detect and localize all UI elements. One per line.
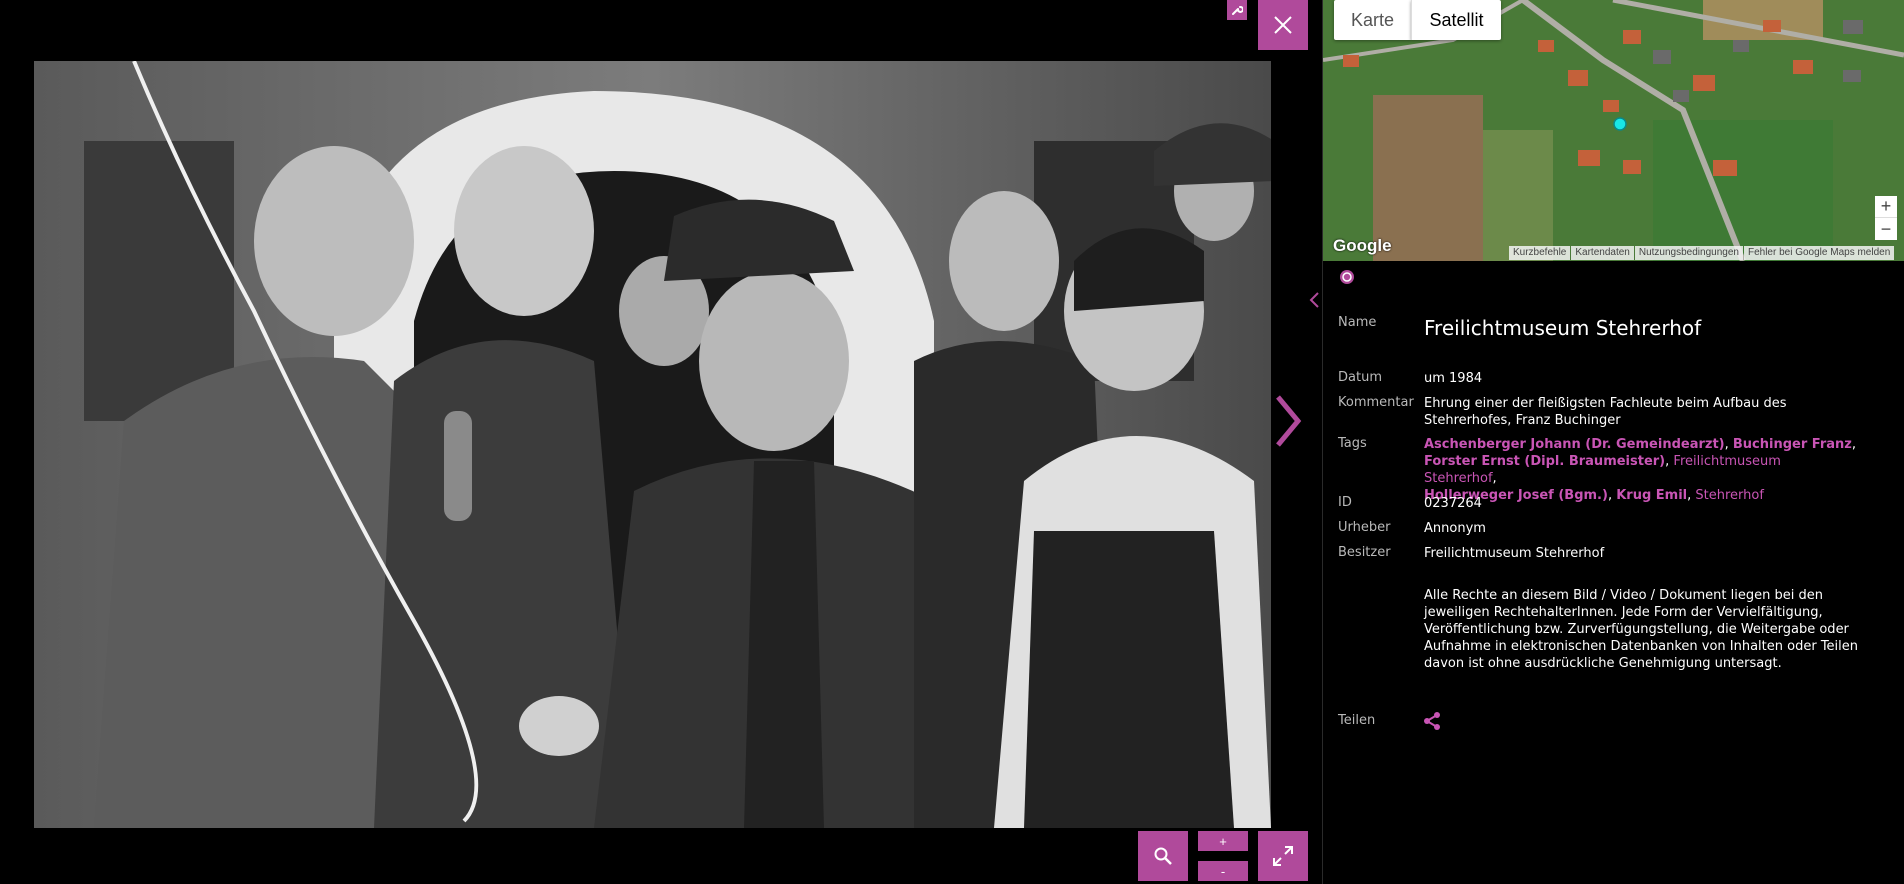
id-value: 0237264 xyxy=(1424,496,1482,511)
tag-list: Aschenberger Johann (Dr. Gemeindearzt), … xyxy=(1424,437,1856,503)
author-value: Annonym xyxy=(1424,521,1486,536)
map-zoom-out-button[interactable]: − xyxy=(1875,218,1897,240)
map-type-karte[interactable]: Karte xyxy=(1334,0,1411,40)
google-logo: Google xyxy=(1333,236,1392,255)
share-icon xyxy=(1424,712,1440,730)
map-report-error-link[interactable]: Fehler bei Google Maps melden xyxy=(1743,246,1895,260)
rights-notice: Alle Rechte an diesem Bild / Video / Dok… xyxy=(1424,588,1859,671)
author-label: Urheber xyxy=(1338,520,1391,535)
archive-photo[interactable] xyxy=(34,61,1271,828)
map-terms-link[interactable]: Nutzungsbedingungen xyxy=(1634,246,1743,260)
tags-label: Tags xyxy=(1338,436,1367,451)
tag-link[interactable]: Forster Ernst (Dipl. Braumeister) xyxy=(1424,454,1665,469)
next-image-button[interactable] xyxy=(1270,391,1306,451)
close-icon xyxy=(1274,16,1292,34)
map-shortcuts-link[interactable]: Kurzbefehle xyxy=(1509,246,1571,260)
owner-value: Freilichtmuseum Stehrerhof xyxy=(1424,546,1605,561)
chevron-right-icon xyxy=(1276,395,1302,447)
photo-drawing xyxy=(34,61,1271,828)
name-label: Name xyxy=(1338,315,1377,330)
fullscreen-button[interactable] xyxy=(1258,831,1308,881)
zoom-search-button[interactable] xyxy=(1138,831,1188,881)
tag-link[interactable]: Aschenberger Johann (Dr. Gemeindearzt) xyxy=(1424,437,1725,452)
image-viewer: + - xyxy=(0,0,1322,884)
share-label: Teilen xyxy=(1338,713,1376,728)
comment-label: Kommentar xyxy=(1338,395,1414,410)
image-zoom-out-button[interactable]: - xyxy=(1198,861,1248,881)
map-zoom-in-button[interactable]: + xyxy=(1875,196,1897,218)
wrench-icon xyxy=(1232,6,1243,15)
record-title: Freilichtmuseum Stehrerhof xyxy=(1424,316,1702,340)
chevron-left-icon xyxy=(1309,292,1319,308)
tool-button[interactable] xyxy=(1227,0,1247,20)
id-label: ID xyxy=(1338,495,1352,510)
share-button[interactable] xyxy=(1422,711,1442,731)
comment-value: Ehrung einer der fleißigsten Fachleute b… xyxy=(1424,396,1787,428)
close-button[interactable] xyxy=(1258,0,1308,50)
date-label: Datum xyxy=(1338,370,1382,385)
map-type-satellit[interactable]: Satellit xyxy=(1411,0,1501,40)
owner-label: Besitzer xyxy=(1338,545,1391,560)
target-icon xyxy=(1340,270,1354,284)
search-icon xyxy=(1154,847,1172,865)
tag-link[interactable]: Buchinger Franz xyxy=(1733,437,1852,452)
image-zoom-in-button[interactable]: + xyxy=(1198,831,1248,851)
date-value: um 1984 xyxy=(1424,371,1483,386)
expand-icon xyxy=(1273,846,1293,866)
map-data-link[interactable]: Kartendaten xyxy=(1571,246,1634,260)
locate-on-map-button[interactable] xyxy=(1339,269,1355,285)
map-footer-links: Kurzbefehle Kartendaten Nutzungsbedingun… xyxy=(1509,246,1895,260)
